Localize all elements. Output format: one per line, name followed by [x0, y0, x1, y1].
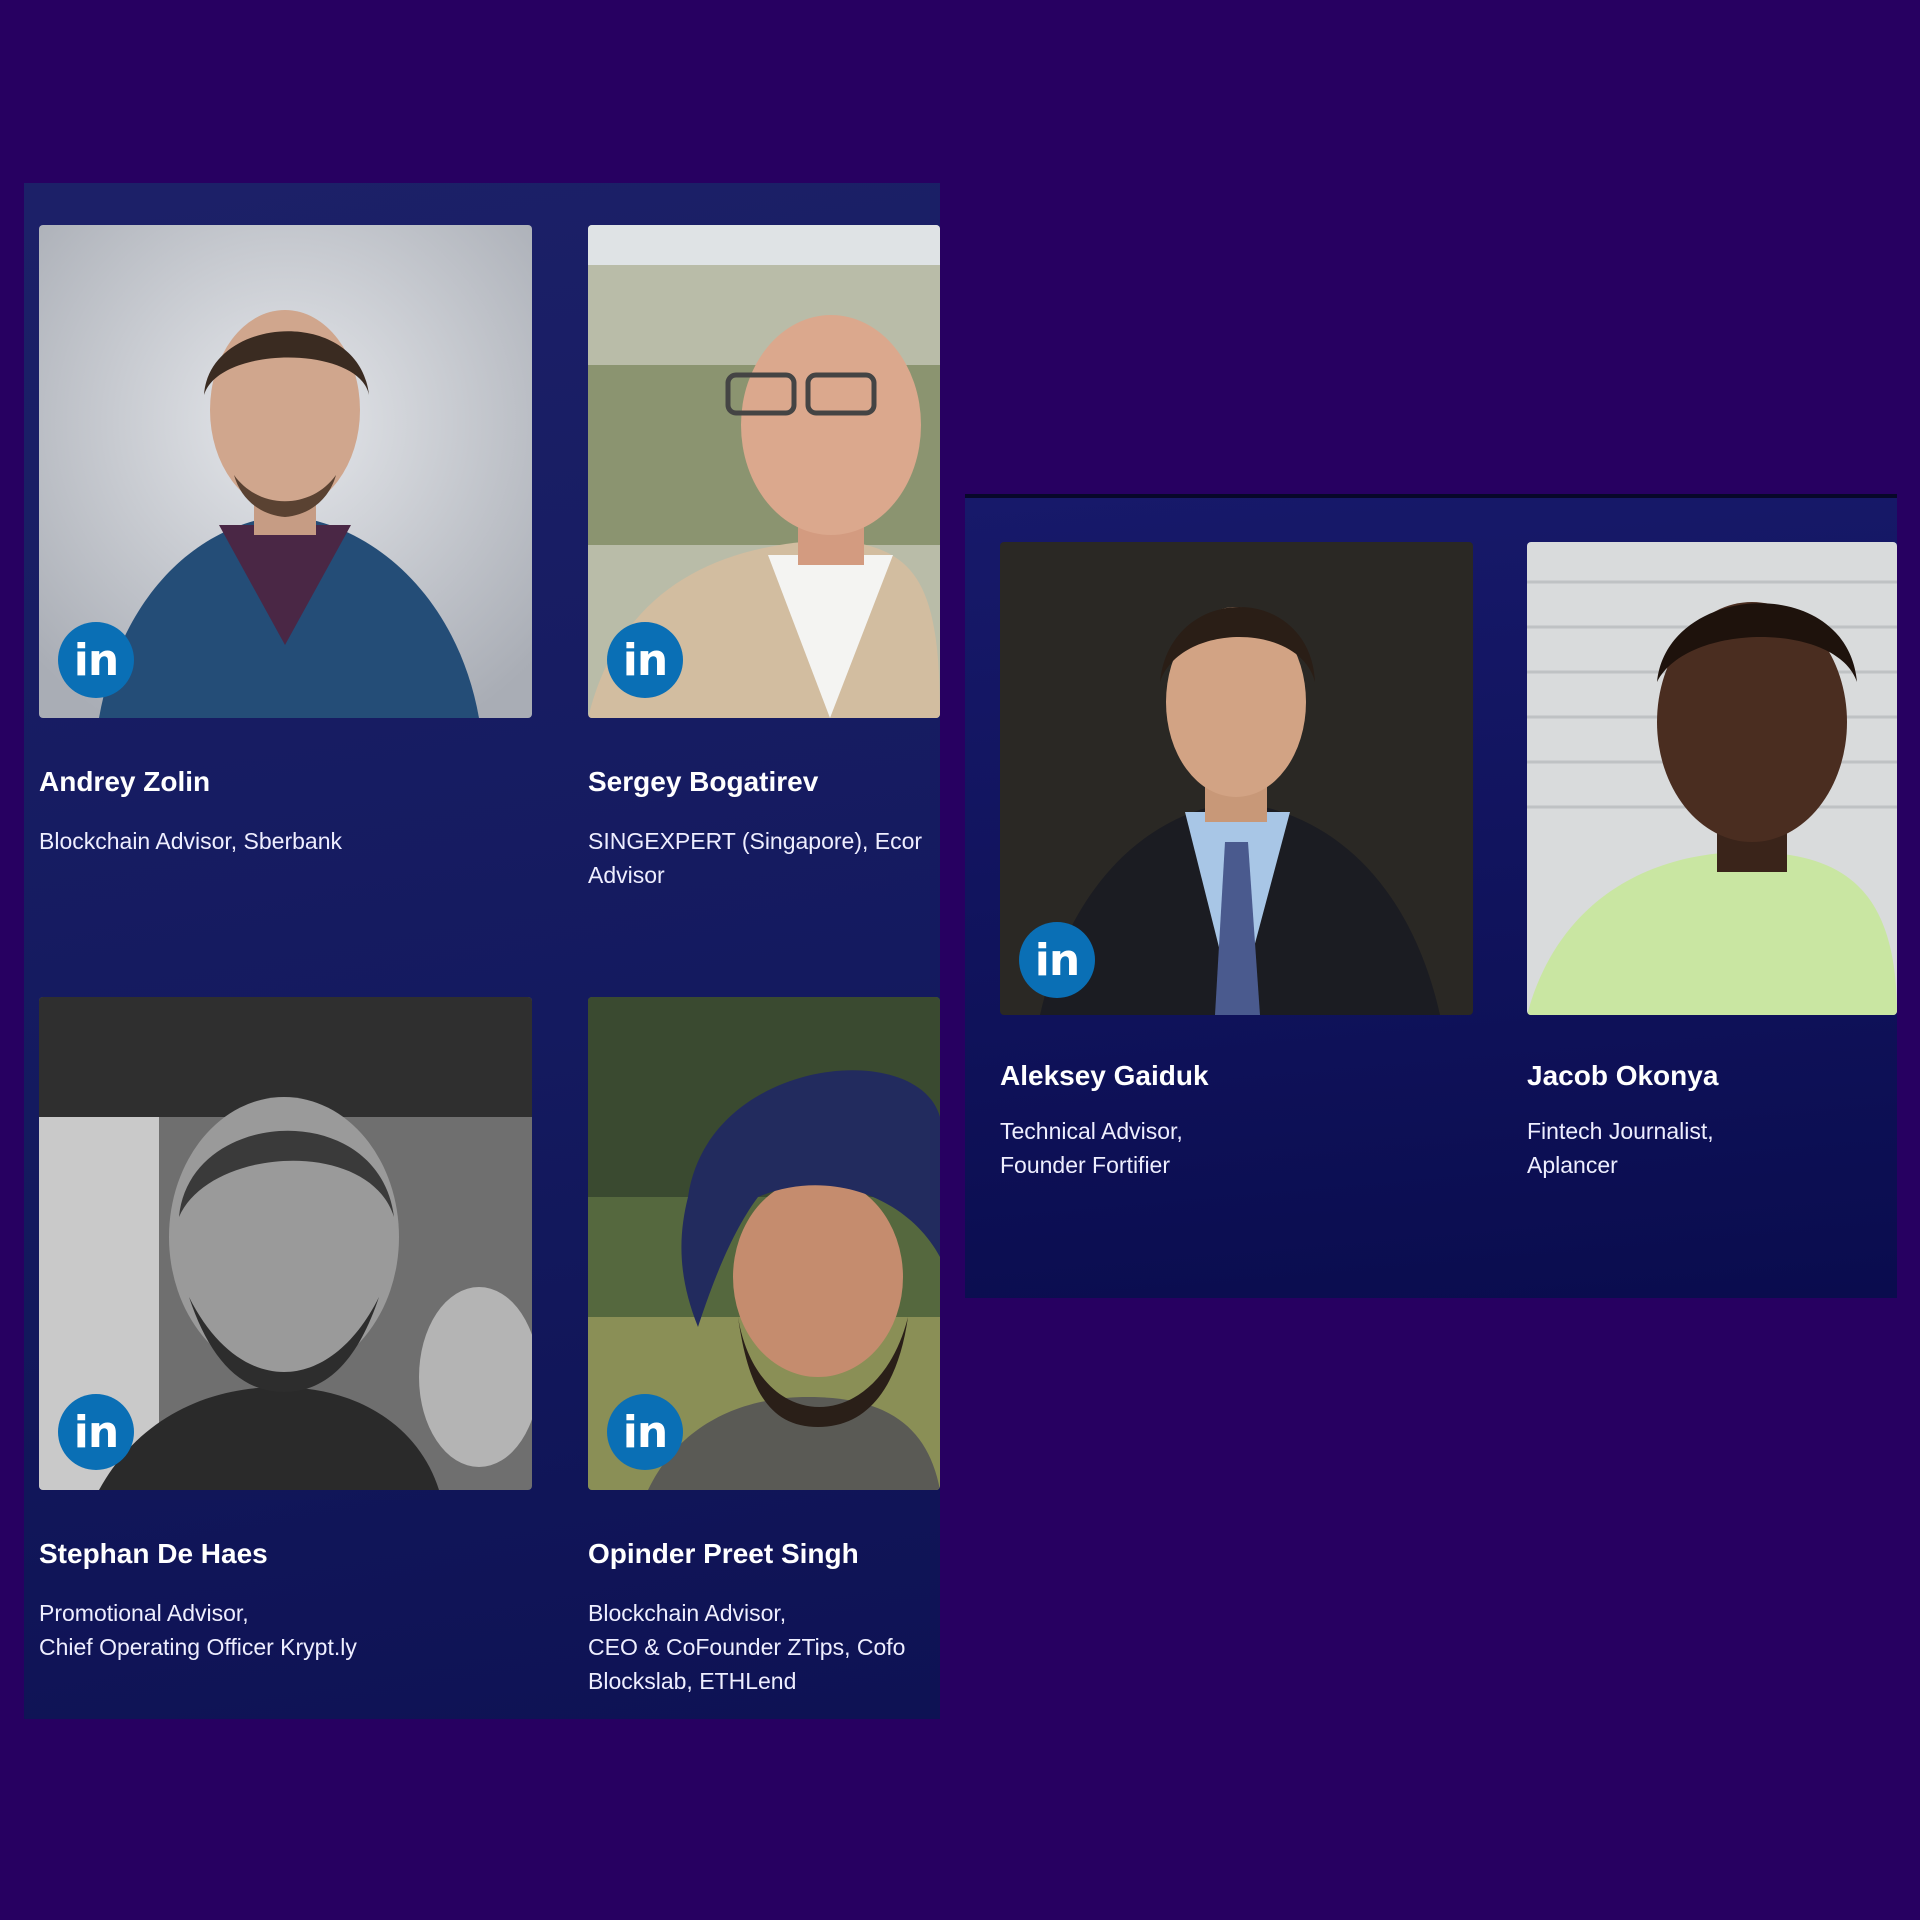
advisor-photo: in [1000, 542, 1473, 1015]
advisor-role: Fintech Journalist, Aplancer [1527, 1114, 1714, 1182]
linkedin-icon[interactable]: in [607, 1394, 683, 1470]
advisors-panel-left: in Andrey Zolin Blockchain Advisor, Sber… [24, 183, 940, 1719]
advisor-role: Technical Advisor, Founder Fortifier [1000, 1114, 1183, 1182]
linkedin-icon[interactable]: in [58, 1394, 134, 1470]
role-line: Blockchain Advisor, Sberbank [39, 828, 343, 854]
advisors-panel-right: in Aleksey Gaiduk Technical Advisor, Fou… [965, 494, 1897, 1298]
advisor-photo [1527, 542, 1897, 1015]
advisor-name: Opinder Preet Singh [588, 1538, 859, 1569]
role-line: Promotional Advisor, [39, 1600, 249, 1626]
advisor-name: Sergey Bogatirev [588, 766, 819, 797]
advisor-role: Blockchain Advisor, CEO & CoFounder ZTip… [588, 1596, 905, 1698]
advisor-role: Blockchain Advisor, Sberbank [39, 824, 342, 858]
role-line: Chief Operating Officer Krypt.ly [39, 1634, 357, 1660]
role-line: Founder Fortifier [1000, 1152, 1171, 1178]
role-line: SINGEXPERT (Singapore), Ecor [588, 828, 923, 854]
linkedin-icon[interactable]: in [607, 622, 683, 698]
role-line: Blockchain Advisor, [588, 1600, 787, 1626]
advisor-photo: in [39, 225, 532, 718]
linkedin-icon[interactable]: in [1019, 922, 1095, 998]
role-line: Advisor [588, 862, 665, 888]
advisor-photo: in [39, 997, 532, 1490]
role-line: Technical Advisor, [1000, 1118, 1183, 1144]
linkedin-icon[interactable]: in [58, 622, 134, 698]
advisor-name: Andrey Zolin [39, 766, 211, 797]
role-line: Aplancer [1527, 1152, 1618, 1178]
role-line: Blockslab, ETHLend [588, 1668, 797, 1694]
advisor-photo: in [588, 997, 940, 1490]
role-line: Fintech Journalist, [1527, 1118, 1714, 1144]
role-line: CEO & CoFounder ZTips, Cofo [588, 1634, 906, 1660]
advisor-role: SINGEXPERT (Singapore), Ecor Advisor [588, 824, 922, 892]
advisor-name: Stephan De Haes [39, 1538, 268, 1569]
advisor-photo: in [588, 225, 940, 718]
advisor-name: Jacob Okonya [1527, 1060, 1719, 1091]
advisor-name: Aleksey Gaiduk [1000, 1060, 1209, 1091]
advisor-role: Promotional Advisor, Chief Operating Off… [39, 1596, 357, 1664]
